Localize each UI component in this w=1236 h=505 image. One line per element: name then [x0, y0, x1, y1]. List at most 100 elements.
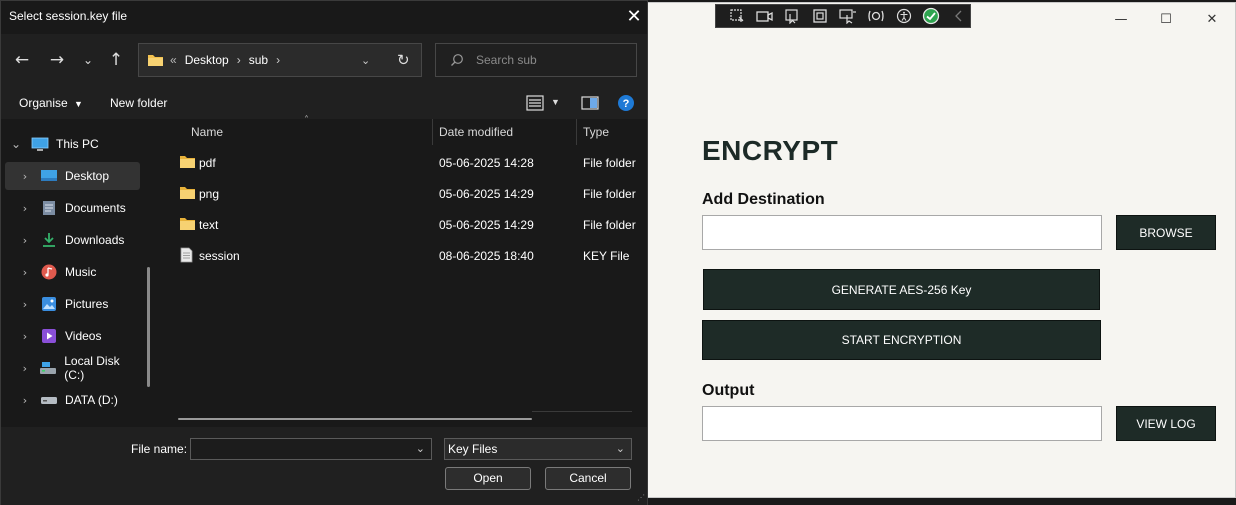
record-icon[interactable] [754, 7, 776, 25]
column-divider[interactable] [576, 119, 577, 145]
search-input[interactable]: Search sub [435, 43, 637, 77]
computer-icon [30, 136, 50, 152]
file-row-session[interactable]: session 08-06-2025 18:40 KEY File [171, 242, 647, 270]
select-element-icon[interactable] [782, 7, 804, 25]
horizontal-scrollbar[interactable] [178, 418, 532, 420]
dialog-footer: File name: ⌄ Key Files ⌄ Open Cancel ⋰ [1, 427, 647, 505]
start-encryption-button[interactable]: START ENCRYPTION [702, 320, 1101, 360]
file-name-dropdown-icon[interactable]: ⌄ [416, 439, 425, 459]
tree-item-data-drive[interactable]: › DATA (D:) [1, 386, 141, 414]
preview-pane-icon[interactable] [581, 96, 599, 113]
file-date: 05-06-2025 14:28 [439, 156, 534, 170]
organise-label: Organise [19, 96, 68, 110]
recent-locations-chevron-icon[interactable]: ⌄ [76, 48, 100, 72]
check-icon[interactable] [920, 7, 942, 25]
sidebar-scrollbar[interactable] [147, 267, 150, 387]
file-type: File folder [583, 218, 636, 232]
downloads-icon [39, 232, 59, 248]
destination-field[interactable] [702, 215, 1102, 250]
tree-label: Local Disk (C:) [64, 354, 120, 382]
generate-key-button[interactable]: GENERATE AES-256 Key [703, 269, 1100, 310]
help-icon[interactable]: ? [617, 94, 635, 115]
search-icon [450, 53, 464, 67]
desktop-icon [39, 168, 59, 184]
resize-grip-icon[interactable]: ⋰ [637, 493, 645, 502]
address-dropdown-icon[interactable]: ⌄ [361, 54, 370, 67]
pictures-icon [39, 296, 59, 312]
back-arrow-icon[interactable]: ← [10, 48, 34, 72]
breadcrumb-separator-icon: › [276, 53, 281, 67]
folder-icon [179, 217, 196, 234]
open-button[interactable]: Open [445, 467, 531, 490]
up-arrow-icon[interactable]: ↑ [104, 48, 128, 72]
accessibility-toolbar [715, 4, 971, 28]
close-button[interactable]: ✕ [1200, 9, 1224, 31]
tree-label: Videos [65, 329, 102, 343]
column-header-name[interactable]: Name [191, 119, 223, 145]
options-icon[interactable] [865, 7, 887, 25]
file-name-input[interactable]: ⌄ [190, 438, 432, 460]
expand-chevron-icon[interactable]: › [19, 330, 31, 343]
encrypt-app-window: — ☐ ✕ ENCRYPT Add Destination BROWSE GEN… [646, 2, 1236, 498]
view-options-icon[interactable] [526, 95, 544, 114]
forward-arrow-icon[interactable]: → [45, 48, 69, 72]
inspect-icon[interactable] [809, 7, 831, 25]
tree-label: This PC [56, 137, 99, 151]
cancel-button[interactable]: Cancel [545, 467, 631, 490]
maximize-button[interactable]: ☐ [1154, 9, 1178, 31]
expand-chevron-icon[interactable]: › [19, 170, 31, 183]
browse-button[interactable]: BROWSE [1116, 215, 1216, 250]
tree-item-desktop[interactable]: › Desktop [5, 162, 140, 190]
column-divider[interactable] [432, 119, 433, 145]
column-header-type[interactable]: Type [583, 119, 609, 145]
organise-dropdown-icon: ▼ [74, 99, 83, 109]
expand-chevron-icon[interactable]: › [19, 362, 31, 375]
file-date: 08-06-2025 18:40 [439, 249, 534, 263]
refresh-icon[interactable]: ↻ [397, 51, 410, 69]
file-type: File folder [583, 156, 636, 170]
expand-chevron-icon[interactable]: › [19, 202, 31, 215]
new-folder-button[interactable]: New folder [110, 96, 167, 110]
file-icon [180, 247, 193, 266]
navigation-bar: ← → ⌄ ↑ « Desktop › sub › ⌄ ↻ Search sub [1, 34, 647, 88]
file-type-filter-select[interactable]: Key Files ⌄ [444, 438, 632, 460]
output-field[interactable] [702, 406, 1102, 441]
view-log-button[interactable]: VIEW LOG [1116, 406, 1216, 441]
expand-chevron-icon[interactable]: › [19, 394, 31, 407]
highlight-icon[interactable] [837, 7, 859, 25]
folder-icon [147, 53, 164, 67]
breadcrumb-separator-icon: › [236, 53, 241, 67]
file-row-text[interactable]: text 05-06-2025 14:29 File folder [171, 211, 647, 239]
dialog-close-button[interactable]: ✕ [621, 3, 647, 31]
output-label: Output [702, 382, 755, 399]
svg-text:?: ? [623, 98, 630, 110]
file-row-pdf[interactable]: pdf 05-06-2025 14:28 File folder [171, 149, 647, 177]
add-element-icon[interactable] [726, 7, 748, 25]
tree-item-pictures[interactable]: › Pictures [1, 290, 141, 318]
accessibility-icon[interactable] [893, 7, 915, 25]
address-overflow[interactable]: « [170, 53, 177, 67]
tree-item-local-disk[interactable]: › Local Disk (C:) [1, 354, 141, 382]
tree-item-videos[interactable]: › Videos [1, 322, 141, 350]
command-bar: Organise ▼ New folder ▼ ? [1, 88, 647, 119]
tree-item-documents[interactable]: › Documents [1, 194, 141, 222]
expand-chevron-icon[interactable]: › [19, 234, 31, 247]
expand-chevron-icon[interactable]: › [19, 266, 31, 279]
filter-dropdown-icon[interactable]: ⌄ [616, 439, 625, 459]
breadcrumb-sub[interactable]: sub [249, 53, 268, 67]
organise-menu[interactable]: Organise ▼ [19, 96, 83, 110]
breadcrumb-desktop[interactable]: Desktop [185, 53, 229, 67]
expand-chevron-icon[interactable]: ⌄ [10, 137, 22, 151]
column-header-date[interactable]: Date modified [439, 119, 513, 145]
collapse-icon[interactable] [948, 7, 970, 25]
tree-item-music[interactable]: › Music [1, 258, 141, 286]
local-disk-icon [39, 360, 59, 376]
expand-chevron-icon[interactable]: › [19, 298, 31, 311]
minimize-button[interactable]: — [1109, 9, 1133, 31]
tree-item-downloads[interactable]: › Downloads [1, 226, 141, 254]
file-row-png[interactable]: png 05-06-2025 14:29 File folder [171, 180, 647, 208]
view-dropdown-icon[interactable]: ▼ [551, 97, 560, 107]
tree-item-this-pc[interactable]: ⌄ This PC [1, 130, 141, 158]
address-bar[interactable]: « Desktop › sub › ⌄ ↻ [138, 43, 422, 77]
file-type: KEY File [583, 249, 630, 263]
